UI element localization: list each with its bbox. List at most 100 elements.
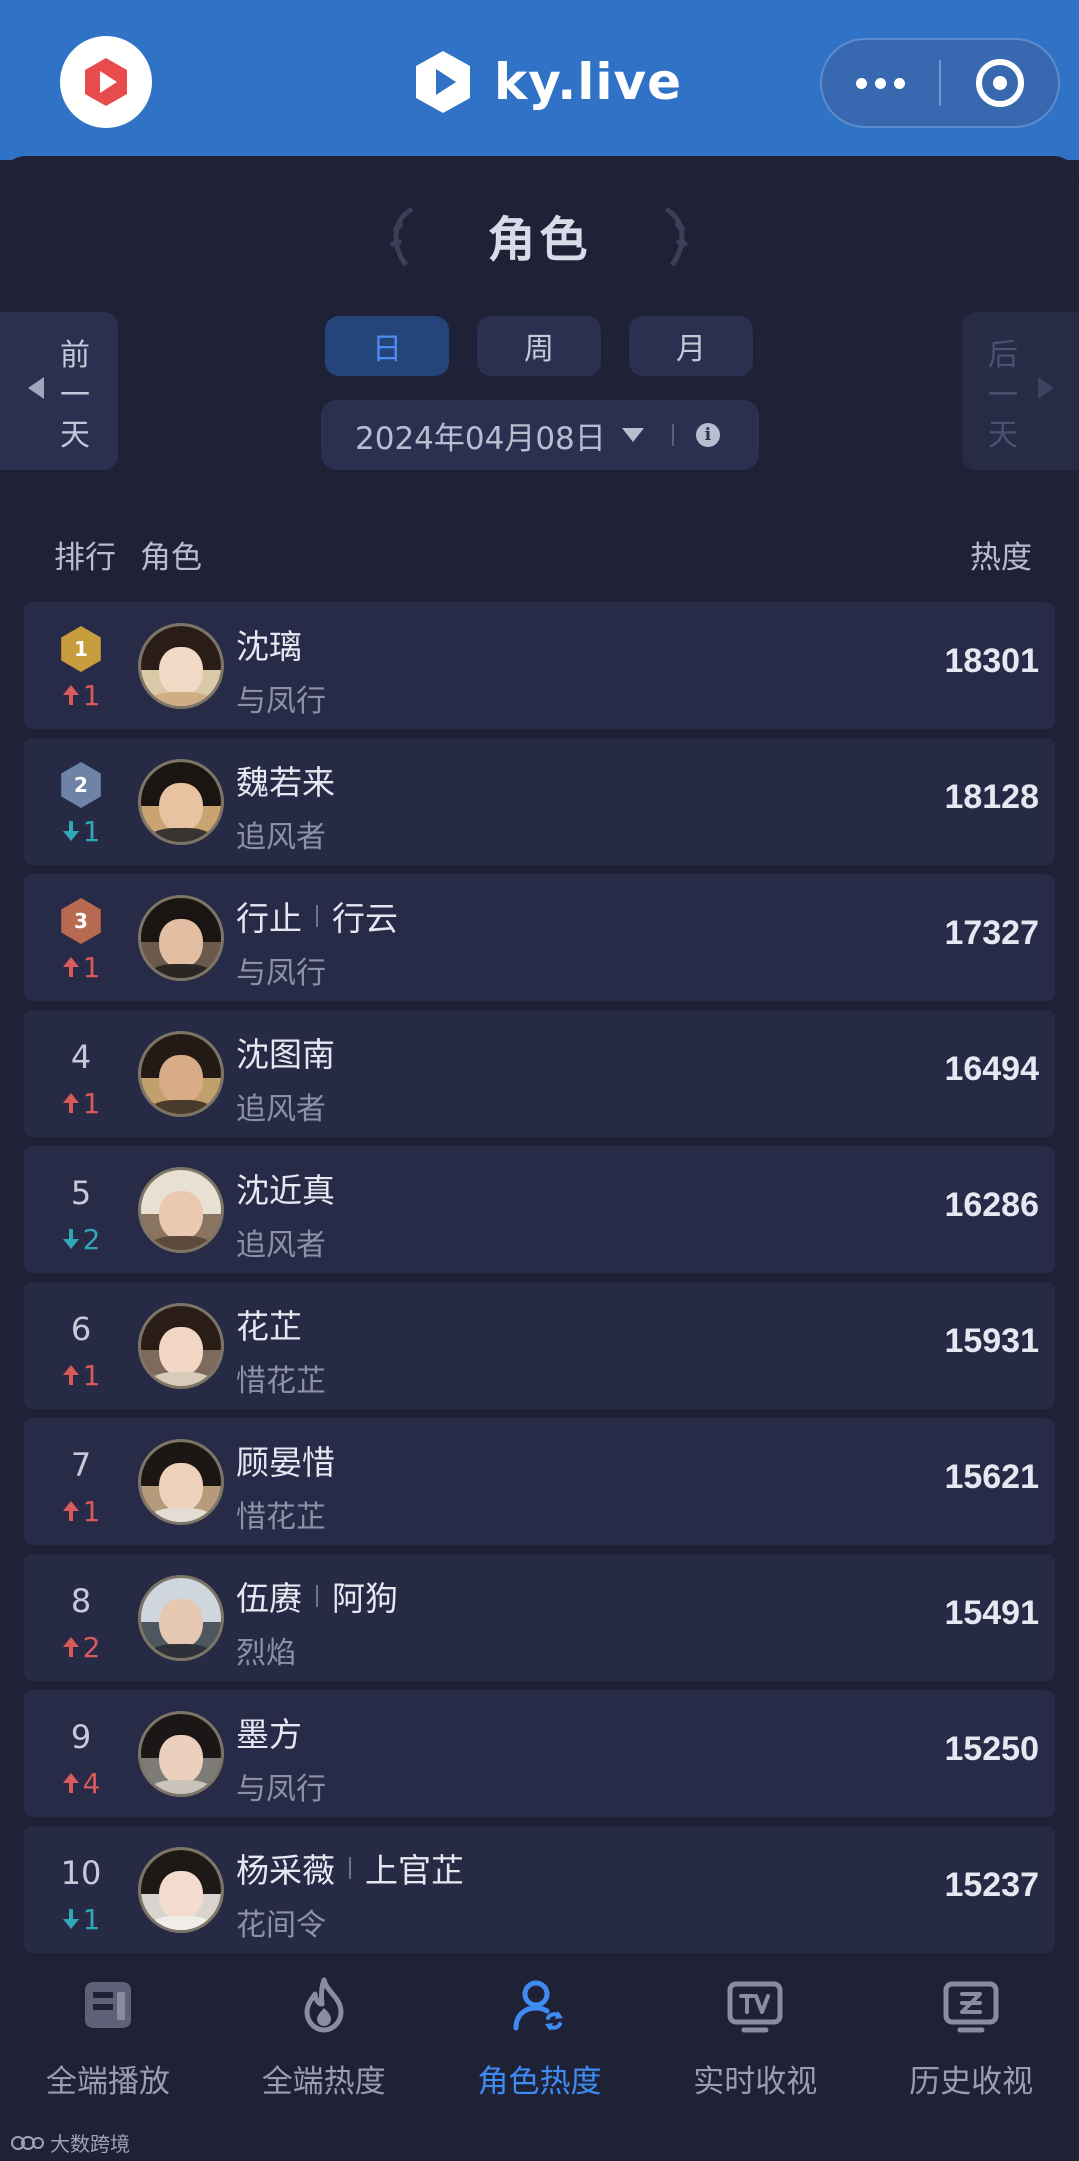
role-alias-text: 上官芷 <box>365 1851 464 1890</box>
avatar <box>138 1439 224 1525</box>
name-divider <box>316 905 318 927</box>
tab-label: 历史收视 <box>909 2064 1034 2100</box>
arrow-down-icon <box>62 821 79 841</box>
app-logo-button[interactable] <box>60 36 152 128</box>
arrow-up-icon <box>62 1773 79 1793</box>
table-row[interactable]: 3 1 行止 行云 与凤行 17327 <box>24 874 1055 1001</box>
heat-value: 17327 <box>944 914 1039 952</box>
heat-value: 15491 <box>944 1594 1039 1632</box>
avatar <box>138 759 224 845</box>
arrow-up-icon <box>62 957 79 977</box>
table-row[interactable]: 9 4 墨方 与凤行 15250 <box>24 1690 1055 1817</box>
avatar <box>138 1711 224 1797</box>
watermark-logo-icon <box>11 2135 44 2150</box>
role-name-text: 顾晏惜 <box>236 1443 335 1482</box>
tab-live-ratings[interactable]: 实时收视 <box>647 1956 863 2106</box>
rank-change-value: 1 <box>82 1902 101 1936</box>
rank-cell: 9 4 <box>54 1714 108 1800</box>
brand-logo-icon <box>416 51 470 113</box>
table-row[interactable]: 5 2 沈近真 追风者 16286 <box>24 1146 1055 1273</box>
silver-medal-icon: 2 <box>61 762 101 808</box>
date-value: 2024年04月08日 <box>355 420 606 457</box>
tab-all-heat[interactable]: 全端热度 <box>216 1956 432 2106</box>
rank-cell: 6 1 <box>54 1306 108 1392</box>
rank-cell: 4 1 <box>54 1034 108 1120</box>
divider <box>671 424 674 446</box>
rank-cell: 7 1 <box>54 1442 108 1528</box>
drama-title: 惜花芷 <box>236 1500 326 1535</box>
heat-value: 15237 <box>944 1866 1039 1904</box>
rank-number: 6 <box>70 1310 92 1348</box>
tab-all-play[interactable]: 全端播放 <box>0 1956 216 2106</box>
arrow-up-icon <box>62 685 79 705</box>
next-day-button[interactable]: 后一天 <box>962 312 1079 470</box>
tab-history-ratings[interactable]: 历史收视 <box>863 1956 1079 2106</box>
role-name: 顾晏惜 <box>236 1436 335 1484</box>
rank-change: 4 <box>54 1766 108 1800</box>
role-name: 魏若来 <box>236 756 335 804</box>
tab-week[interactable]: 周 <box>477 316 601 376</box>
page-title: 角色 <box>487 212 592 268</box>
drama-title: 与凤行 <box>236 956 326 991</box>
rank-change: 1 <box>54 814 108 848</box>
tab-label: 实时收视 <box>693 2064 818 2100</box>
history-tv-icon <box>943 1981 999 2033</box>
drama-title: 追风者 <box>236 820 326 855</box>
role-name-text: 杨采薇 <box>236 1851 335 1890</box>
table-row[interactable]: 1 1 沈璃 与凤行 18301 <box>24 602 1055 729</box>
rank-change: 1 <box>54 1902 108 1936</box>
column-heat-header: 热度 <box>970 540 1032 576</box>
table-row[interactable]: 8 2 伍赓 阿狗 烈焰 15491 <box>24 1554 1055 1681</box>
target-icon <box>975 59 1024 107</box>
table-row[interactable]: 10 1 杨采薇 上官芷 花间令 15237 <box>24 1826 1055 1953</box>
drama-title: 追风者 <box>236 1228 326 1263</box>
tab-month[interactable]: 月 <box>629 316 753 376</box>
heat-value: 18301 <box>944 642 1039 680</box>
role-name: 沈图南 <box>236 1028 335 1076</box>
tab-role-heat[interactable]: 角色热度 <box>432 1956 648 2106</box>
role-alias-text: 阿狗 <box>332 1579 398 1618</box>
arrow-up-icon <box>62 1365 79 1385</box>
arrow-up-icon <box>62 1637 79 1657</box>
arrow-up-icon <box>62 1501 79 1521</box>
flame-icon <box>304 1977 344 2033</box>
tab-day[interactable]: 日 <box>325 316 449 376</box>
avatar <box>138 1575 224 1661</box>
rank-change-value: 1 <box>82 814 101 848</box>
role-name: 杨采薇 上官芷 <box>236 1844 464 1892</box>
rank-cell: 1 1 <box>54 626 108 712</box>
next-day-label: 后一天 <box>988 338 1018 453</box>
role-alias-text: 行云 <box>332 899 398 938</box>
rank-change-value: 1 <box>82 1494 101 1528</box>
bronze-medal-icon: 3 <box>61 898 101 944</box>
rank-change-value: 1 <box>82 950 101 984</box>
arrow-down-icon <box>62 1229 79 1249</box>
rank-number: 8 <box>70 1582 92 1620</box>
close-button[interactable] <box>941 40 1058 126</box>
info-icon[interactable]: i <box>695 423 720 447</box>
top-bar: ky.live <box>0 0 1079 160</box>
role-name-text: 墨方 <box>236 1715 302 1754</box>
more-button[interactable] <box>822 40 939 126</box>
role-name-text: 沈璃 <box>236 627 302 666</box>
rank-number: 9 <box>70 1718 92 1756</box>
name-divider <box>316 1585 318 1607</box>
avatar <box>138 1303 224 1389</box>
role-name: 沈璃 <box>236 620 302 668</box>
more-dot-icon <box>894 77 905 89</box>
prev-day-button[interactable]: 前一天 <box>0 312 118 470</box>
rank-change-value: 1 <box>82 1358 101 1392</box>
date-picker[interactable]: 2024年04月08日 i <box>321 400 759 470</box>
table-row[interactable]: 4 1 沈图南 追风者 16494 <box>24 1010 1055 1137</box>
role-name-text: 沈近真 <box>236 1171 335 1210</box>
table-row[interactable]: 7 1 顾晏惜 惜花芷 15621 <box>24 1418 1055 1545</box>
brand: ky.live <box>412 44 682 120</box>
rank-change-value: 4 <box>82 1766 101 1800</box>
rank-number: 7 <box>70 1446 92 1484</box>
table-row[interactable]: 2 1 魏若来 追风者 18128 <box>24 738 1055 865</box>
role-name: 花芷 <box>236 1300 302 1348</box>
arrow-up-icon <box>62 1093 79 1113</box>
arrow-left-icon <box>28 377 44 399</box>
table-row[interactable]: 6 1 花芷 惜花芷 15931 <box>24 1282 1055 1409</box>
drama-title: 惜花芷 <box>236 1364 326 1399</box>
